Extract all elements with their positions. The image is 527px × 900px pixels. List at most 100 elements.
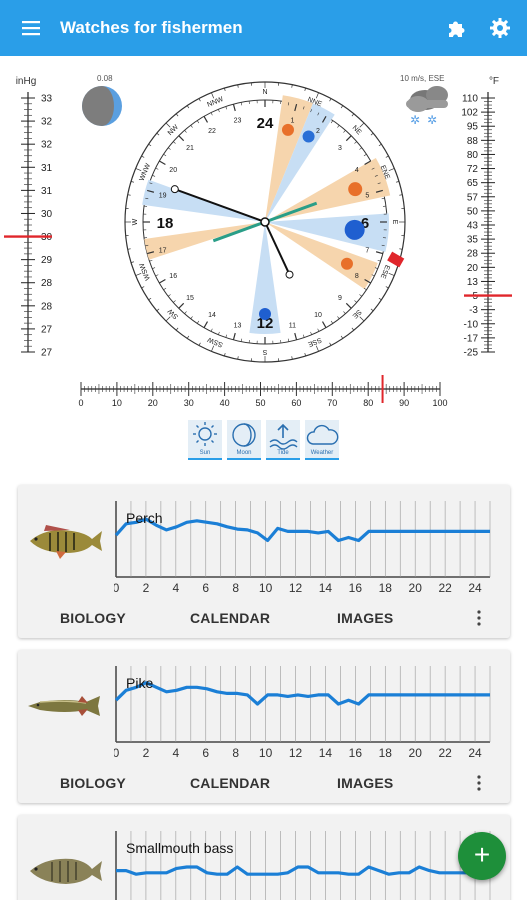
scale-tick-label: 31	[41, 163, 53, 174]
dial-center	[260, 217, 270, 227]
puzzle-icon[interactable]	[445, 16, 469, 40]
scale-tick-label: 35	[467, 235, 479, 246]
scale-tick-label: 88	[467, 136, 479, 147]
add-fish-button[interactable]: +	[458, 832, 506, 880]
scale-tick-label: 20	[467, 263, 479, 274]
chart-hour-label: 10	[259, 746, 273, 760]
biology-button[interactable]: BIOLOGY	[60, 775, 126, 791]
moon-phase-icon	[82, 86, 122, 126]
hour-label-major: 24	[257, 115, 274, 132]
scale-tick-label: 13	[467, 277, 479, 288]
ruler-label: 0	[78, 398, 83, 408]
chart-hour-label: 24	[468, 581, 482, 595]
ruler-label: 60	[291, 398, 301, 408]
scale-tick-label: 65	[467, 178, 479, 189]
scale-tick-label: 50	[467, 206, 479, 217]
hour-label-minor: 3	[338, 145, 342, 152]
moon-icon	[232, 423, 256, 447]
chart-hour-label: 16	[349, 581, 363, 595]
chart-hour-label: 14	[319, 581, 333, 595]
scale-tick-label: 102	[461, 108, 478, 119]
hour-label-minor: 8	[355, 273, 359, 280]
fish-card-pike[interactable]: 0 2 4 6 8 10 12 14 16 18 20 22 24 Pike BIOLOGY CALEN…	[18, 650, 510, 803]
scale-tick-label: -3	[469, 305, 478, 316]
scale-tick-label: 31	[41, 186, 53, 197]
sun-icon	[193, 422, 217, 446]
chart-hour-label: 0	[114, 746, 120, 760]
activity-ruler: 0 10 20 30 40 50 60 70 80 90 100	[78, 375, 448, 408]
activity-chart-pike: 0 2 4 6 8 10 12 14 16 18 20 22 24	[114, 666, 491, 760]
ruler-label: 90	[399, 398, 409, 408]
hour-label-minor: 16	[169, 273, 177, 280]
compass-direction-label: E	[391, 220, 398, 225]
ruler-label: 80	[363, 398, 373, 408]
scale-tick-label: 110	[462, 94, 478, 105]
chart-hour-label: 12	[289, 581, 303, 595]
scale-tick-label: 57	[467, 192, 479, 203]
fish-card-perch[interactable]: 0 2 4 6 8 10 12 14 16 18 20 22 24 Perch BIOLOGY CALE…	[18, 485, 510, 638]
more-vert-icon[interactable]	[476, 774, 482, 792]
calendar-button[interactable]: CALENDAR	[190, 610, 270, 626]
ruler-label: 30	[184, 398, 194, 408]
chart-hour-label: 10	[259, 581, 273, 595]
app-bar: Watches for fishermen	[0, 0, 527, 56]
chart-hour-label: 18	[379, 746, 393, 760]
activity-chart-smallmouth-bass	[115, 831, 491, 900]
weather-mode-label: Weather	[310, 450, 334, 456]
card-actions: BIOLOGY CALENDAR IMAGES	[18, 607, 510, 631]
moon-phase-value: 0.08	[97, 74, 113, 83]
scale-tick-label: 28	[467, 249, 479, 260]
fish-name-smallmouth-bass: Smallmouth bass	[126, 840, 234, 856]
calendar-button[interactable]: CALENDAR	[190, 775, 270, 791]
tide-mode-label: Tide	[277, 450, 289, 456]
cloud-icon	[306, 424, 339, 445]
more-vert-icon[interactable]	[476, 609, 482, 627]
gauge-panel: inHg333232313130302928282727 °F110102958…	[4, 76, 512, 408]
svg-text:✲: ✲	[427, 113, 437, 127]
hour-label-minor: 19	[159, 193, 167, 200]
chart-hour-label: 22	[438, 581, 452, 595]
activity-line	[116, 865, 490, 876]
minute-hand-tip	[285, 270, 294, 279]
hour-label-major: 18	[157, 215, 174, 232]
scale-tick-label: 28	[41, 301, 53, 312]
hour-label-minor: 5	[365, 193, 369, 200]
scale-tick-label: -25	[464, 348, 479, 359]
weather-mode-button[interactable]: Weather	[305, 420, 339, 460]
moon-position	[302, 130, 315, 143]
hour-label-minor: 17	[159, 247, 167, 254]
sun-position	[281, 123, 294, 136]
sun-mode-button[interactable]: Sun	[188, 420, 222, 460]
scale-tick-label: 95	[467, 122, 479, 133]
scale-tick-label: 29	[41, 255, 53, 266]
gear-icon[interactable]	[488, 16, 512, 40]
compass-direction-label: S	[262, 348, 267, 355]
scale-tick-label: 80	[467, 150, 479, 161]
biology-button[interactable]: BIOLOGY	[60, 610, 126, 626]
fish-card-smallmouth-bass[interactable]: Smallmouth bass	[18, 815, 510, 900]
hour-label-minor: 11	[289, 322, 296, 329]
moon-mode-button[interactable]: Moon	[227, 420, 261, 460]
chart-hour-label: 16	[349, 746, 363, 760]
sun-position	[340, 257, 353, 270]
images-button[interactable]: IMAGES	[337, 775, 393, 791]
scale-tick-label: 32	[41, 140, 53, 151]
tide-mode-button[interactable]: Tide	[266, 420, 300, 460]
chart-hour-label: 6	[202, 746, 209, 760]
clock-dial: NNNENEENEEESESESSESSSWSWWSWWWNWNWNNW2461…	[124, 81, 406, 363]
weather-wind-label: 10 m/s, ESE	[400, 74, 445, 83]
sun-mode-label: Sun	[199, 450, 211, 456]
scale-tick-label: 43	[467, 221, 479, 232]
activity-line	[114, 517, 490, 543]
scale-tick-label: 72	[467, 164, 479, 175]
temperature-scale: °F1101029588807265575043352820135-3-10-1…	[461, 76, 512, 359]
ruler-label: 40	[220, 398, 230, 408]
scale-tick-label: 27	[41, 348, 53, 359]
svg-text:✲: ✲	[410, 113, 420, 127]
images-button[interactable]: IMAGES	[337, 610, 393, 626]
ruler-label: 10	[112, 398, 122, 408]
hamburger-menu-icon[interactable]	[20, 18, 44, 38]
moon-mode-label: Moon	[236, 450, 252, 456]
scale-tick-label: 30	[41, 209, 53, 220]
hour-label-minor: 9	[338, 295, 342, 302]
